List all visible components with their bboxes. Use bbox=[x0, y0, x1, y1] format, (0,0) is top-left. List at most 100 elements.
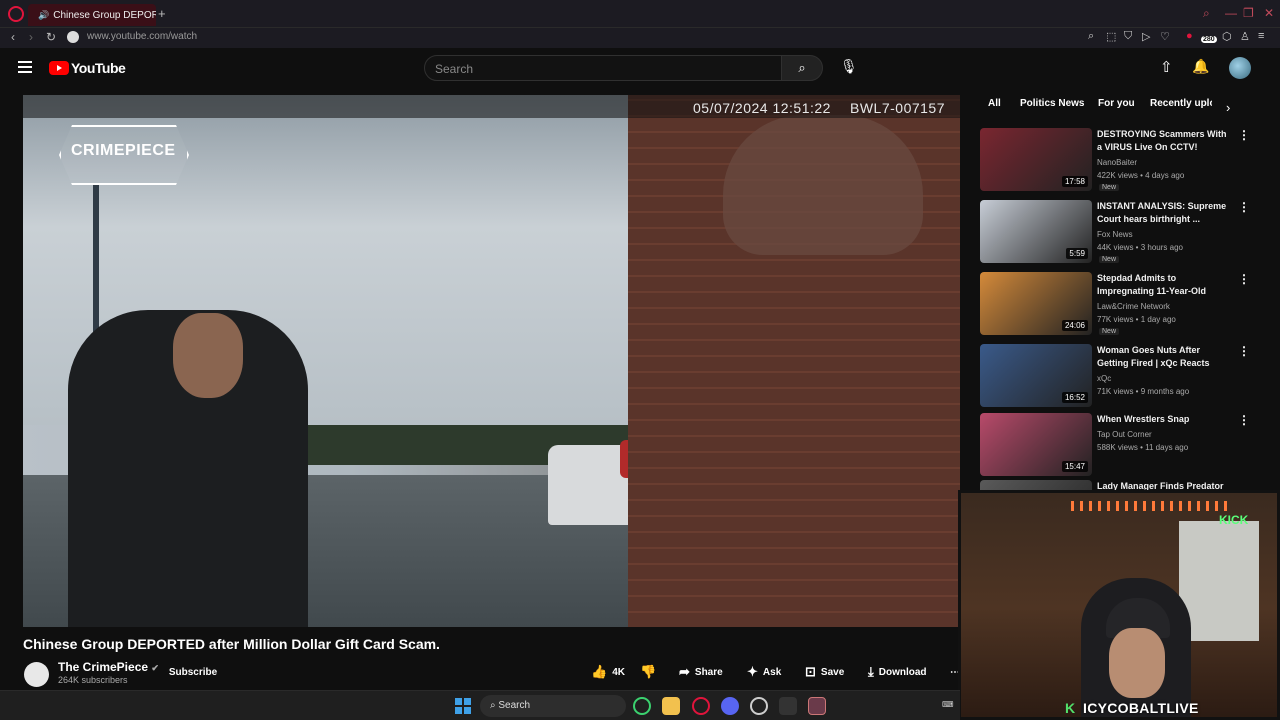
chip-for-you[interactable]: For you bbox=[1098, 98, 1135, 109]
recommendation-thumbnail[interactable]: 24:06 bbox=[980, 272, 1092, 335]
restore-button[interactable]: ❐ bbox=[1243, 6, 1254, 20]
reload-icon[interactable]: ↻ bbox=[46, 30, 56, 44]
chip-recently-uploaded[interactable]: Recently uplo bbox=[1150, 98, 1212, 109]
like-button[interactable]: 👍 4K bbox=[591, 663, 625, 681]
search-page-icon[interactable]: ⌕ bbox=[1088, 30, 1094, 43]
extensions-icon[interactable]: ⬡ bbox=[1222, 30, 1232, 43]
media-app-icon[interactable] bbox=[808, 697, 826, 715]
crimepiece-logo-text: CRIMEPIECE bbox=[71, 142, 176, 159]
windows-start-icon[interactable] bbox=[455, 698, 471, 714]
more-options-icon[interactable]: ⋮ bbox=[1238, 344, 1250, 358]
search-button[interactable]: ⌕ bbox=[781, 55, 823, 81]
xbox-icon[interactable] bbox=[633, 697, 651, 715]
chevron-right-icon[interactable]: › bbox=[1226, 100, 1230, 115]
chip-all[interactable]: All bbox=[988, 98, 1001, 109]
search-tabs-icon[interactable]: ⌕ bbox=[1203, 6, 1210, 21]
snapshot-icon[interactable]: ⬚ bbox=[1106, 30, 1116, 43]
recommendation-item[interactable]: 17:58 DESTROYING Scammers With a VIRUS Li… bbox=[980, 128, 1250, 194]
discord-icon[interactable] bbox=[721, 697, 739, 715]
notifications-bell-icon[interactable]: 🔔 bbox=[1192, 58, 1209, 75]
thumbs-up-icon: 👍 bbox=[591, 664, 608, 679]
profile-icon[interactable]: ♙ bbox=[1240, 30, 1250, 43]
speaker-icon[interactable]: 🔊 bbox=[38, 10, 49, 21]
recommendation-channel[interactable]: Fox News bbox=[1097, 230, 1133, 239]
new-tab-button[interactable]: + bbox=[158, 6, 166, 21]
recommendation-title[interactable]: Stepdad Admits to Impregnating 11-Year-O… bbox=[1097, 272, 1232, 298]
youtube-logo-text[interactable]: YouTube bbox=[71, 60, 126, 76]
recommendation-channel[interactable]: Tap Out Corner bbox=[1097, 430, 1152, 439]
opera-gx-icon[interactable] bbox=[692, 697, 710, 715]
upload-icon[interactable]: ⇧ bbox=[1160, 58, 1173, 76]
recommendation-title[interactable]: When Wrestlers Snap bbox=[1097, 413, 1232, 426]
epic-games-icon[interactable] bbox=[779, 697, 797, 715]
site-info-icon[interactable] bbox=[67, 31, 79, 43]
more-options-icon[interactable]: ⋮ bbox=[1238, 200, 1250, 214]
recommendation-thumbnail[interactable] bbox=[980, 480, 1092, 490]
chip-politics-news[interactable]: Politics News bbox=[1020, 98, 1084, 109]
recommendation-channel[interactable]: xQc bbox=[1097, 374, 1111, 383]
save-label: Save bbox=[820, 666, 845, 678]
save-button[interactable]: ⊡ Save bbox=[805, 663, 844, 681]
bookmark-icon: ⊡ bbox=[805, 664, 816, 679]
recommendation-thumbnail[interactable]: 16:52 bbox=[980, 344, 1092, 407]
heart-icon[interactable]: ♡ bbox=[1160, 30, 1170, 43]
youtube-logo-icon[interactable] bbox=[49, 61, 69, 75]
dislike-button[interactable]: 👎 bbox=[640, 663, 656, 681]
recommendation-meta: 77K views • 1 day ago bbox=[1097, 315, 1176, 324]
shield-icon[interactable]: ⛉ bbox=[1124, 30, 1132, 43]
minimize-button[interactable]: — bbox=[1225, 6, 1237, 20]
webcam-window bbox=[1179, 521, 1259, 641]
recommendation-channel[interactable]: NanoBaiter bbox=[1097, 158, 1137, 167]
obs-icon[interactable] bbox=[750, 697, 768, 715]
menu-icon[interactable]: ≡ bbox=[1258, 30, 1264, 42]
recommendation-thumbnail[interactable]: 17:58 bbox=[980, 128, 1092, 191]
subscribe-button[interactable]: Subscribe bbox=[158, 661, 228, 683]
download-button[interactable]: ⤓ Download bbox=[868, 663, 927, 681]
recommendation-item[interactable]: 15:47 When Wrestlers Snap Tap Out Corner 58… bbox=[980, 413, 1250, 479]
hamburger-menu-icon[interactable] bbox=[18, 61, 32, 73]
video-duration: 24:06 bbox=[1061, 320, 1088, 331]
language-indicator-icon[interactable]: ⌨ bbox=[942, 700, 954, 709]
recommendation-item[interactable]: 5:59 INSTANT ANALYSIS: Supreme Court hear… bbox=[980, 200, 1250, 266]
recommendation-thumbnail[interactable]: 15:47 bbox=[980, 413, 1092, 476]
file-explorer-icon[interactable] bbox=[662, 697, 680, 715]
recommendation-channel[interactable]: Law&Crime Network bbox=[1097, 302, 1170, 311]
send-icon[interactable]: ▷ bbox=[1142, 30, 1150, 43]
recommendation-thumbnail[interactable]: 5:59 bbox=[980, 200, 1092, 263]
video-duration: 15:47 bbox=[1061, 461, 1088, 472]
more-options-icon[interactable]: ⋮ bbox=[1238, 413, 1250, 427]
recommendation-title[interactable]: DESTROYING Scammers With a VIRUS Live On… bbox=[1097, 128, 1232, 154]
webcam-face bbox=[1109, 628, 1165, 698]
extension-icon[interactable]: ● bbox=[1186, 30, 1193, 42]
account-avatar[interactable] bbox=[1229, 57, 1251, 79]
channel-avatar[interactable] bbox=[24, 662, 49, 687]
channel-name-text[interactable]: The CrimePiece bbox=[58, 660, 148, 674]
more-options-icon[interactable]: ⋮ bbox=[1238, 272, 1250, 286]
url-field[interactable]: www.youtube.com/watch bbox=[87, 31, 197, 42]
video-officer-head bbox=[173, 313, 243, 398]
new-badge: New bbox=[1099, 256, 1120, 263]
channel-name[interactable]: The CrimePiece ✔ bbox=[58, 660, 159, 674]
search-input[interactable]: Search bbox=[424, 55, 782, 81]
extension-badge: 280 bbox=[1201, 36, 1217, 43]
recommendation-title[interactable]: Lady Manager Finds Predator bbox=[1097, 480, 1232, 490]
recommendation-item[interactable]: Lady Manager Finds Predator bbox=[980, 480, 1250, 490]
browser-tab-active[interactable]: 🔊 Chinese Group DEPORT bbox=[28, 4, 156, 26]
recommendation-item[interactable]: 24:06 Stepdad Admits to Impregnating 11-Y… bbox=[980, 272, 1250, 338]
share-button[interactable]: ➦ Share bbox=[679, 663, 723, 681]
ask-label: Ask bbox=[762, 666, 782, 678]
video-player[interactable]: 05/07/2024 12:51:22 BWL7-007157 CRIMEPIE… bbox=[23, 95, 960, 627]
opera-logo-icon[interactable] bbox=[8, 6, 24, 22]
recommendation-title[interactable]: INSTANT ANALYSIS: Supreme Court hears bi… bbox=[1097, 200, 1232, 226]
forward-icon[interactable]: › bbox=[29, 30, 33, 44]
back-icon[interactable]: ‹ bbox=[11, 30, 15, 44]
close-window-button[interactable]: ✕ bbox=[1264, 6, 1274, 20]
more-options-icon[interactable]: ⋮ bbox=[1238, 128, 1250, 142]
microphone-icon[interactable]: 🎙 bbox=[840, 58, 858, 75]
taskbar-search[interactable]: ⌕ Search bbox=[480, 695, 626, 717]
youtube-header: YouTube Search ⌕ 🎙 ⇧ 🔔 bbox=[0, 48, 1280, 90]
ask-button[interactable]: ✦ Ask bbox=[747, 663, 781, 681]
recommendation-item[interactable]: 16:52 Woman Goes Nuts After Getting Fired… bbox=[980, 344, 1250, 410]
recommendation-title[interactable]: Woman Goes Nuts After Getting Fired | xQ… bbox=[1097, 344, 1232, 370]
browser-address-bar: ‹ › ↻ www.youtube.com/watch ⌕ ⬚ ⛉ ▷ ♡ ● … bbox=[0, 28, 1280, 48]
